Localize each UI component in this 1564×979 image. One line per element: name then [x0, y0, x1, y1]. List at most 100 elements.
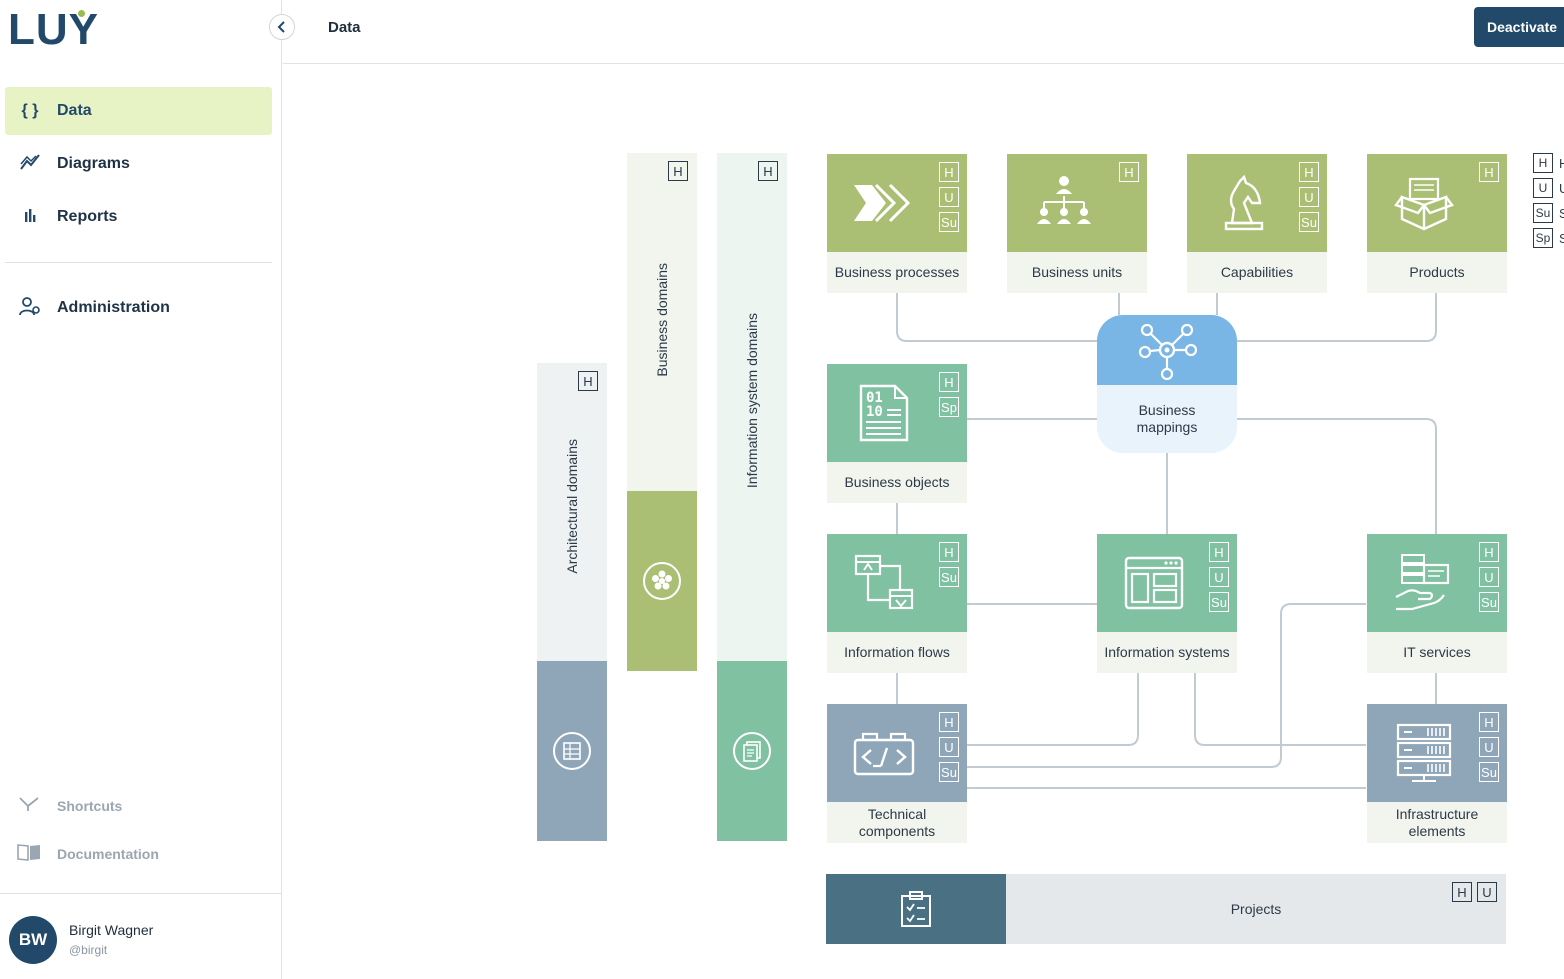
tile-technical-components[interactable]: H U Su Technical components	[827, 704, 967, 843]
shortcuts-icon	[17, 796, 41, 816]
legend-row: HH	[1533, 153, 1564, 173]
it-service-hand-icon	[1395, 554, 1450, 611]
information-flow-icon	[854, 554, 914, 610]
legend-badge: U	[1533, 178, 1553, 198]
line-chart-icon	[18, 153, 42, 176]
badge-h: H	[758, 161, 778, 181]
badge-u: U	[939, 187, 959, 207]
architecture-icon	[553, 732, 591, 770]
tile-projects[interactable]: Projects H U	[826, 874, 1506, 944]
badge-h: H	[1119, 162, 1139, 182]
legend-row: Sp S	[1533, 228, 1564, 248]
tile-business-units[interactable]: H Business units	[1007, 154, 1147, 293]
nav-item-label: Administration	[57, 299, 170, 316]
flower-icon	[643, 562, 681, 600]
badge-h: H	[939, 372, 959, 392]
badge-h: H	[939, 712, 959, 732]
architectural-domains-bar[interactable]: H Architectural domains	[537, 363, 607, 841]
collapse-sidebar-button[interactable]	[269, 14, 295, 40]
nav-item-reports[interactable]: Reports	[5, 193, 272, 241]
badge-u: U	[1209, 567, 1229, 587]
tile-business-processes[interactable]: H U Su Business processes	[827, 154, 967, 293]
shortcuts-link[interactable]: Shortcuts	[17, 794, 122, 818]
chess-knight-icon	[1224, 174, 1264, 231]
badge-h: H	[939, 542, 959, 562]
avatar[interactable]: BW	[9, 916, 57, 964]
badge-h: H	[939, 162, 959, 182]
nav-item-label: Data	[57, 102, 92, 119]
tile-label: Business mappings	[1136, 402, 1198, 435]
badge-u: U	[1299, 187, 1319, 207]
nav-item-data[interactable]: { } Data	[5, 87, 272, 135]
tile-label: Business processes	[834, 264, 960, 280]
tile-infrastructure-elements[interactable]: H U Su Infrastructure elements	[1367, 704, 1507, 843]
page-title: Data	[328, 19, 361, 36]
nav-item-diagrams[interactable]: Diagrams	[5, 140, 272, 188]
deactivate-button[interactable]: Deactivate	[1474, 7, 1564, 47]
badge-h: H	[1479, 712, 1499, 732]
tile-business-objects[interactable]: 01 10 H Sp Business objects	[827, 364, 967, 503]
projects-icon-area	[826, 874, 1006, 944]
bar-chart-icon	[18, 207, 42, 228]
tile-capabilities[interactable]: H U Su Capabilities	[1187, 154, 1327, 293]
projects-label: Projects	[1230, 901, 1282, 917]
legend-text: S	[1559, 205, 1564, 221]
server-rack-icon	[1396, 723, 1452, 782]
nav-item-label: Diagrams	[57, 155, 130, 172]
business-domains-bar[interactable]: H Business domains	[627, 153, 697, 671]
documentation-link[interactable]: Documentation	[17, 842, 159, 866]
badge-u: U	[939, 737, 959, 757]
clipboard-checklist-icon	[901, 891, 931, 927]
documents-icon	[733, 732, 771, 770]
logo-text: LUY	[8, 5, 99, 54]
badge-u: U	[1479, 567, 1499, 587]
book-icon	[17, 843, 41, 865]
badge-h: H	[578, 371, 598, 391]
information-system-domains-icon-area	[717, 661, 787, 841]
tile-label: Information flows	[844, 644, 950, 660]
chevrons-icon	[854, 183, 911, 223]
badge-h: H	[1479, 162, 1499, 182]
chevron-left-icon	[277, 21, 285, 33]
user-handle: @birgit	[69, 943, 108, 957]
tile-information-systems[interactable]: H U Su Information systems	[1097, 534, 1237, 673]
tile-label: Infrastructure elements	[1395, 805, 1479, 839]
data-model-diagram: H Architectural domains H Business domai…	[283, 65, 1564, 979]
nav-item-administration[interactable]: Administration	[5, 284, 272, 332]
user-name: Birgit Wagner	[69, 922, 154, 938]
shortcuts-label: Shortcuts	[57, 798, 123, 814]
tile-it-services[interactable]: H U Su IT services	[1367, 534, 1507, 673]
braces-icon: { }	[21, 102, 39, 119]
business-domains-icon-area	[627, 491, 697, 671]
documentation-label: Documentation	[57, 846, 159, 862]
badge-sp: Sp	[939, 397, 959, 417]
user-divider	[0, 893, 282, 894]
org-chart-icon	[1037, 176, 1091, 224]
badge-su: Su	[1209, 592, 1229, 612]
legend-text: H	[1559, 155, 1564, 171]
badge-su: Su	[939, 762, 959, 782]
tile-products[interactable]: H Products	[1367, 154, 1507, 293]
business-domains-label: Business domains	[654, 263, 670, 377]
badge-h: H	[1452, 882, 1472, 902]
luy-logo[interactable]: LUY	[8, 8, 99, 52]
information-system-domains-bar[interactable]: H Information system domains	[717, 153, 787, 841]
nav-item-label: Reports	[57, 208, 118, 225]
document-binary-icon: 0110	[859, 384, 909, 442]
legend-badge: Su	[1533, 203, 1553, 223]
tile-label: Business units	[1031, 264, 1123, 280]
sidebar: LUY { } Data Diagrams Reports Administra…	[0, 0, 282, 979]
legend-row: UU	[1533, 178, 1564, 198]
tile-label: Business objects	[844, 474, 950, 490]
legend-badge: H	[1533, 153, 1553, 173]
badge-h: H	[1479, 542, 1499, 562]
header: Data Deactivate	[283, 0, 1564, 64]
tile-information-flows[interactable]: H Su Information flows	[827, 534, 967, 673]
legend-row: Su S	[1533, 203, 1564, 223]
open-box-icon	[1394, 177, 1454, 231]
tile-label: Capabilities	[1220, 264, 1294, 280]
tile-business-mappings[interactable]: Business mappings	[1097, 315, 1237, 453]
network-hub-icon	[1138, 323, 1197, 380]
badge-su: Su	[1479, 592, 1499, 612]
badge-su: Su	[939, 212, 959, 232]
